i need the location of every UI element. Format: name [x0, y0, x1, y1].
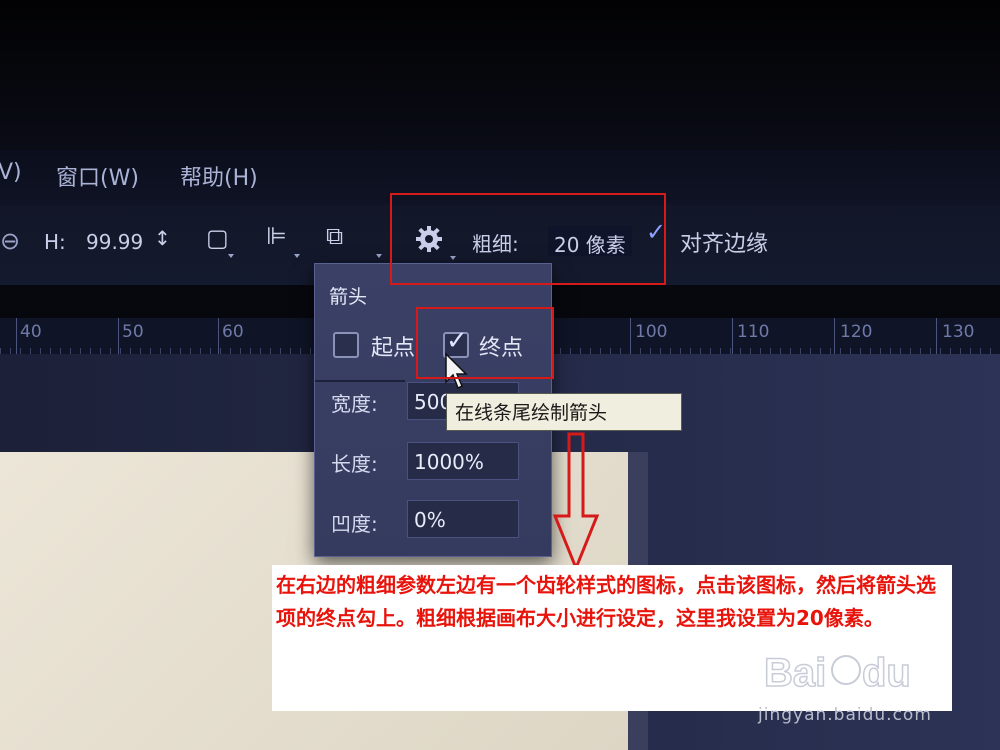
height-label: H:	[44, 230, 66, 254]
width-label: 宽度:	[331, 392, 378, 416]
height-stepper-icon[interactable]: ↕	[154, 228, 171, 248]
menu-item-window[interactable]: 窗口(W)	[56, 160, 139, 192]
chevron-down-icon[interactable]	[376, 254, 382, 258]
chevron-down-icon[interactable]	[228, 254, 234, 258]
height-value[interactable]: 99.99	[86, 230, 143, 254]
ruler-label: 100	[635, 322, 668, 342]
ruler-label: 40	[20, 322, 42, 342]
length-input[interactable]: 1000%	[407, 442, 519, 480]
svg-text:du: du	[862, 651, 911, 695]
ruler-label: 60	[222, 322, 244, 342]
link-icon[interactable]: ⊖	[0, 229, 20, 253]
watermark-url: jingyan.baidu.com	[758, 705, 932, 725]
monitor-dark-top	[0, 0, 1000, 150]
line-preview	[315, 380, 405, 382]
start-arrow-label[interactable]: 起点	[371, 330, 415, 362]
svg-text:Bai: Bai	[764, 651, 826, 695]
ruler-tick	[118, 318, 119, 354]
ruler-label: 110	[737, 322, 770, 342]
ruler-tick	[16, 318, 17, 354]
ruler-label: 130	[942, 322, 975, 342]
arrange-layers-icon[interactable]: ⧉	[326, 224, 343, 248]
start-arrow-checkbox[interactable]	[333, 332, 359, 358]
baidu-jingyan-logo: Bai du	[763, 650, 911, 696]
panel-title: 箭头	[329, 286, 368, 308]
length-label: 长度:	[331, 452, 378, 476]
ruler-tick	[936, 318, 937, 354]
concavity-input[interactable]: 0%	[407, 500, 519, 538]
align-icon[interactable]: ⊫	[266, 224, 287, 248]
tooltip: 在线条尾绘制箭头	[446, 393, 682, 431]
gear-thickness-highlight	[390, 193, 666, 285]
chevron-down-icon[interactable]	[294, 254, 300, 258]
concavity-label: 凹度:	[331, 512, 378, 536]
ruler-tick	[630, 318, 631, 354]
menu-item-view-partial[interactable]: V)	[0, 160, 22, 185]
ruler-tick	[218, 318, 219, 354]
menu-item-help[interactable]: 帮助(H)	[180, 160, 258, 192]
ruler-label: 50	[122, 322, 144, 342]
down-arrow-icon	[552, 432, 600, 572]
annotation-text: 在右边的粗细参数左边有一个齿轮样式的图标，点击该图标，然后将箭头选项的终点勾上。…	[276, 573, 936, 630]
end-point-highlight	[416, 307, 554, 379]
ruler-tick	[834, 318, 835, 354]
ruler-tick	[732, 318, 733, 354]
ruler-label: 120	[840, 322, 873, 342]
align-edges-label[interactable]: 对齐边缘	[680, 226, 768, 258]
stroke-style-icon[interactable]: ▢	[206, 226, 229, 250]
